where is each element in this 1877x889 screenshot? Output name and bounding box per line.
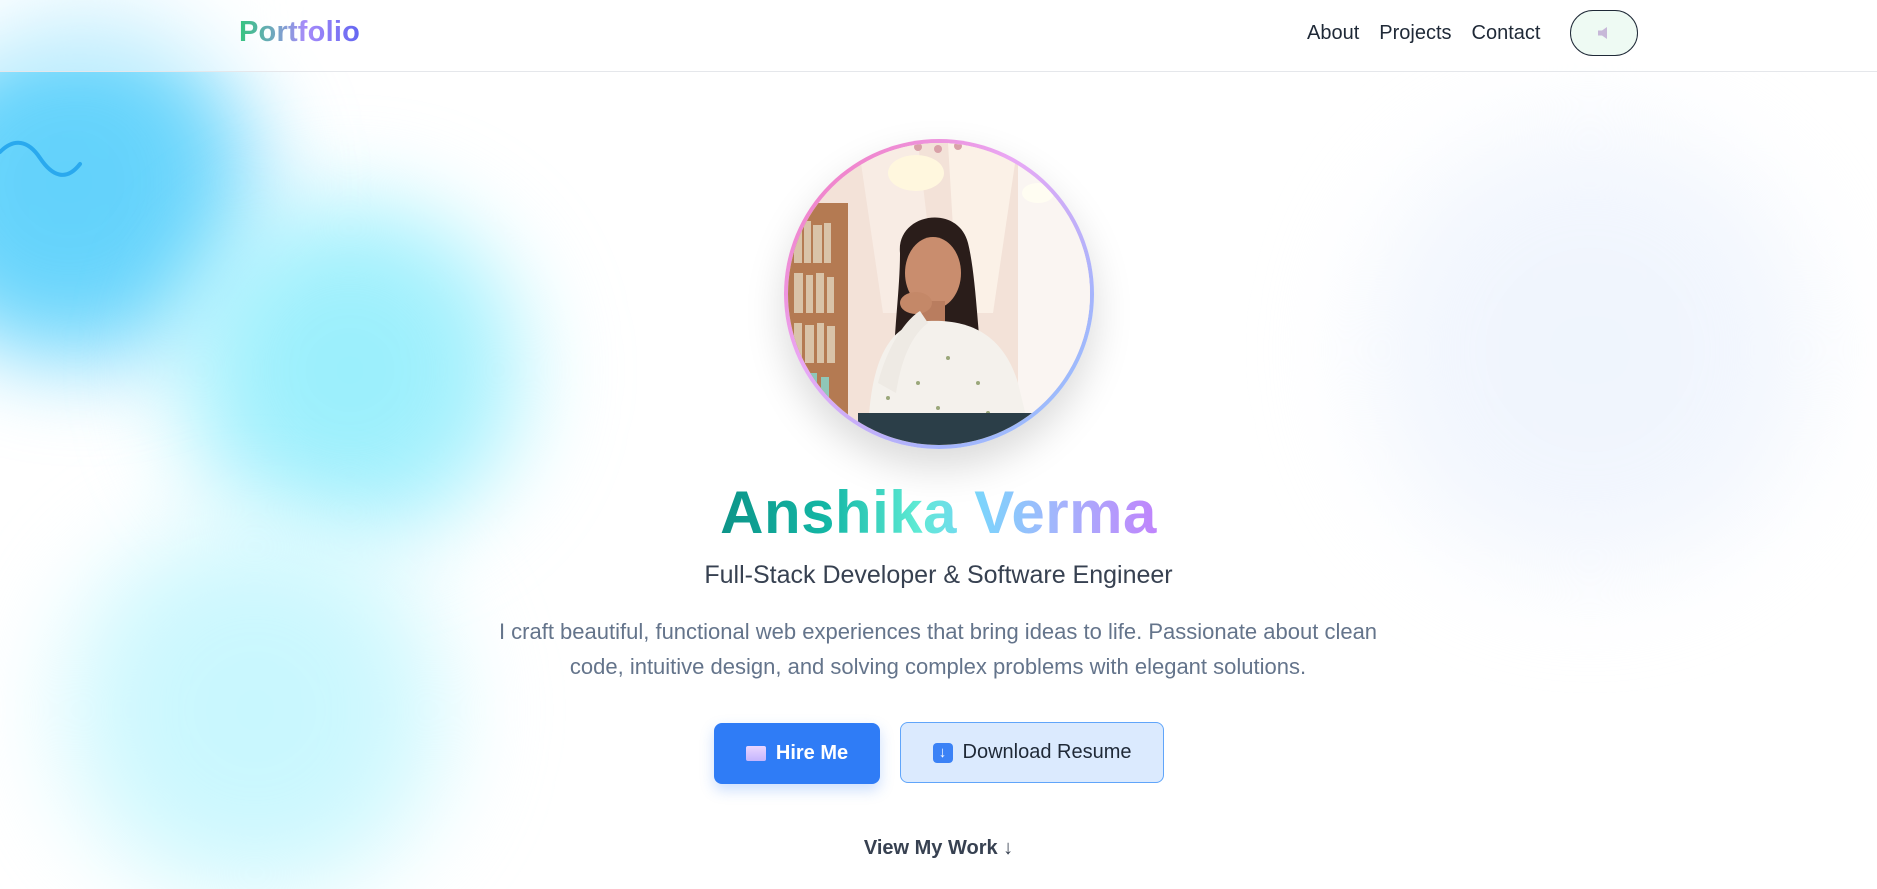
nav-link-projects[interactable]: Projects: [1379, 22, 1451, 45]
hero-title: Full-Stack Developer & Software Engineer: [704, 561, 1173, 589]
hero-description: I craft beautiful, functional web experi…: [498, 619, 1378, 679]
background-blob: [20, 500, 490, 889]
portfolio-page: Portfolio About Projects Contact Anshika…: [0, 0, 1877, 889]
hire-me-label: Hire Me: [775, 742, 849, 764]
background-blob: [0, 20, 300, 380]
avatar: [788, 143, 1090, 445]
speaker-icon: [1598, 27, 1607, 39]
view-my-work-link[interactable]: View My Work ↓: [0, 837, 1877, 860]
nav-link-about[interactable]: About: [1307, 22, 1359, 45]
sound-toggle-button[interactable]: [1570, 10, 1638, 56]
nav-link-contact[interactable]: Contact: [1472, 22, 1541, 45]
nav-links: About Projects Contact: [1307, 22, 1540, 45]
wave-decoration-icon: [0, 141, 82, 177]
avatar-ring: [784, 139, 1094, 449]
hire-me-button[interactable]: Hire Me: [714, 723, 880, 784]
profile-photo-icon: [788, 143, 1090, 445]
download-arrow-icon: ↓: [932, 742, 953, 763]
download-resume-button[interactable]: ↓ Download Resume: [900, 722, 1164, 783]
hero-name: Anshika Verma: [720, 479, 1157, 546]
download-resume-label: Download Resume: [962, 741, 1132, 763]
navbar: Portfolio About Projects Contact: [0, 0, 1877, 72]
logo[interactable]: Portfolio: [239, 16, 360, 49]
envelope-icon: [745, 746, 766, 761]
